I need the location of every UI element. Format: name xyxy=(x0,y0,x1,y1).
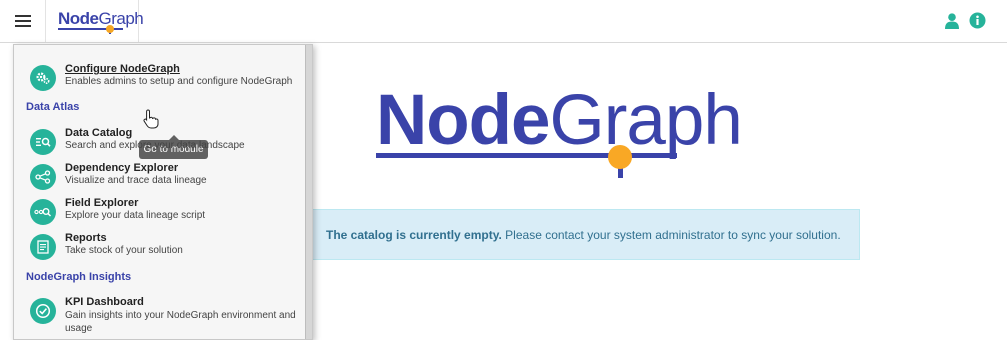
alert-message-text: Please contact your system administrator… xyxy=(505,227,841,242)
menu-item-desc: Gain insights into your NodeGraph enviro… xyxy=(65,310,296,334)
menu-item-desc: Enables admins to setup and configure No… xyxy=(65,76,293,87)
menu-item-desc: Search and explore your data landscape xyxy=(65,140,245,151)
menu-item-desc: Visualize and trace data lineage xyxy=(65,175,207,186)
menu-item-title: Field Explorer xyxy=(65,197,139,209)
alert-bold-text: The catalog is currently empty. xyxy=(326,227,502,242)
user-icon[interactable] xyxy=(943,12,960,29)
alert-text: The catalog is currently empty. Please c… xyxy=(313,228,841,242)
hamburger-menu-button[interactable] xyxy=(0,0,46,42)
menu-item-title: Dependency Explorer xyxy=(65,162,179,174)
menu-item-data-catalog[interactable]: Data Catalog Search and explore your dat… xyxy=(30,127,300,159)
menu-item-title: Data Catalog xyxy=(65,127,133,139)
brand-graph-text: Graph xyxy=(98,9,144,28)
menu-item-kpi-dashboard[interactable]: KPI Dashboard Gain insights into your No… xyxy=(30,296,300,336)
logo-node-text: Node xyxy=(376,81,550,160)
main-logo: NodeGraph xyxy=(376,84,743,184)
share-nodes-icon xyxy=(30,164,56,190)
brand-logo[interactable]: NodeGraph xyxy=(46,0,144,42)
menu-item-title: Reports xyxy=(65,232,107,244)
check-circle-icon xyxy=(30,298,56,324)
hamburger-icon xyxy=(14,15,31,27)
menu-item-desc: Take stock of your solution xyxy=(65,245,183,256)
hand-cursor-icon xyxy=(143,109,159,129)
logo-dot xyxy=(608,145,632,169)
menu-item-field-explorer[interactable]: Field Explorer Explore your data lineage… xyxy=(30,197,300,229)
menu-item-desc: Explore your data lineage script xyxy=(65,210,206,221)
brand-node-text: Node xyxy=(58,9,99,28)
main-logo-text: NodeGraph xyxy=(376,81,743,160)
gears-icon xyxy=(30,65,56,91)
menu-item-title: KPI Dashboard xyxy=(65,296,144,308)
menu-item-reports[interactable]: Reports Take stock of your solution xyxy=(30,232,300,264)
top-bar: NodeGraph xyxy=(0,0,1007,43)
menu-item-dependency-explorer[interactable]: Dependency Explorer Visualize and trace … xyxy=(30,162,300,194)
report-icon xyxy=(30,234,56,260)
logo-graph-text: Graph xyxy=(549,81,743,160)
brand-text: NodeGraph xyxy=(58,9,144,29)
brand-dot xyxy=(106,25,114,33)
section-heading-data-atlas: Data Atlas xyxy=(26,101,80,113)
navigation-drawer: Configure NodeGraph Enables admins to se… xyxy=(13,44,313,340)
catalog-search-icon xyxy=(30,129,56,155)
menu-item-title: Configure NodeGraph xyxy=(65,63,180,75)
empty-catalog-alert: The catalog is currently empty. Please c… xyxy=(312,209,860,260)
menu-item-configure[interactable]: Configure NodeGraph Enables admins to se… xyxy=(30,63,300,95)
field-search-icon xyxy=(30,199,56,225)
info-icon[interactable] xyxy=(969,12,986,29)
section-heading-nodegraph-insights: NodeGraph Insights xyxy=(26,271,132,283)
